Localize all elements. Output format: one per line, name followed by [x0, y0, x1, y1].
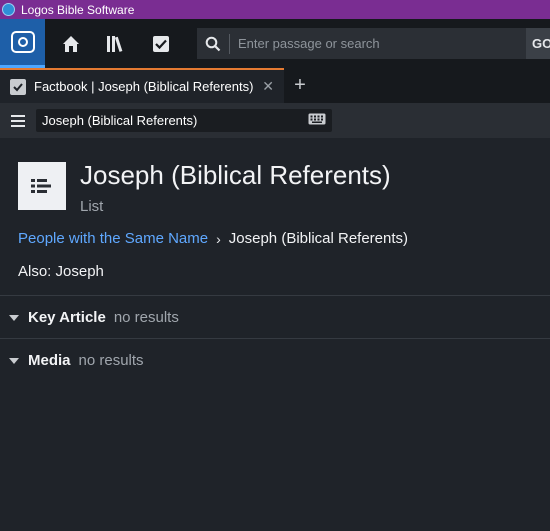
entry-heading: Joseph (Biblical Referents) List — [80, 162, 391, 215]
logos-app-icon — [2, 3, 15, 16]
section-title: Media — [28, 352, 71, 369]
caret-down-icon[interactable] — [9, 357, 19, 364]
home-icon[interactable] — [59, 32, 83, 56]
window-title: Logos Bible Software — [21, 2, 135, 17]
breadcrumb: People with the Same Name › Joseph (Bibl… — [18, 230, 408, 247]
logos-logo-button[interactable] — [0, 19, 45, 68]
section-key-article[interactable]: Key Article no results — [0, 295, 550, 339]
reference-text: Joseph (Biblical Referents) — [42, 113, 198, 128]
search-bar — [197, 28, 526, 59]
main-toolbar: GO — [0, 19, 550, 68]
breadcrumb-parent-link[interactable]: People with the Same Name — [18, 230, 208, 247]
caret-down-icon[interactable] — [9, 314, 19, 321]
also-names: Also: Joseph — [18, 263, 104, 280]
section-title: Key Article — [28, 309, 106, 326]
menu-icon[interactable] — [0, 114, 36, 127]
breadcrumb-current: Joseph (Biblical Referents) — [228, 230, 409, 247]
factbook-icon — [10, 78, 26, 95]
tab-factbook[interactable]: Factbook | Joseph (Biblical Referents) ✕ — [0, 68, 284, 103]
keyboard-icon[interactable] — [308, 112, 326, 130]
search-input[interactable] — [230, 35, 526, 52]
logos-logo-icon — [10, 31, 35, 53]
section-media[interactable]: Media no results — [0, 338, 550, 382]
tab-bar: Factbook | Joseph (Biblical Referents) ✕… — [0, 68, 550, 103]
reference-box[interactable]: Joseph (Biblical Referents) — [36, 109, 332, 132]
go-button[interactable]: GO — [526, 28, 550, 59]
entry-type: List — [80, 198, 104, 215]
entry-header: Joseph (Biblical Referents) List — [18, 162, 391, 215]
window-titlebar: Logos Bible Software — [0, 0, 550, 19]
breadcrumb-separator: › — [216, 230, 221, 247]
section-status: no results — [78, 352, 144, 369]
section-status: no results — [113, 309, 179, 326]
library-icon[interactable] — [105, 32, 129, 56]
tab-label: Factbook | Joseph (Biblical Referents) — [34, 79, 254, 94]
search-icon[interactable] — [197, 36, 229, 52]
add-tab-button[interactable]: + — [284, 68, 316, 103]
panel-toolbar: Joseph (Biblical Referents) — [0, 103, 550, 138]
close-icon[interactable]: ✕ — [262, 78, 274, 95]
page-title: Joseph (Biblical Referents) — [80, 160, 391, 190]
list-icon — [18, 162, 66, 210]
checklist-icon[interactable] — [149, 32, 173, 56]
